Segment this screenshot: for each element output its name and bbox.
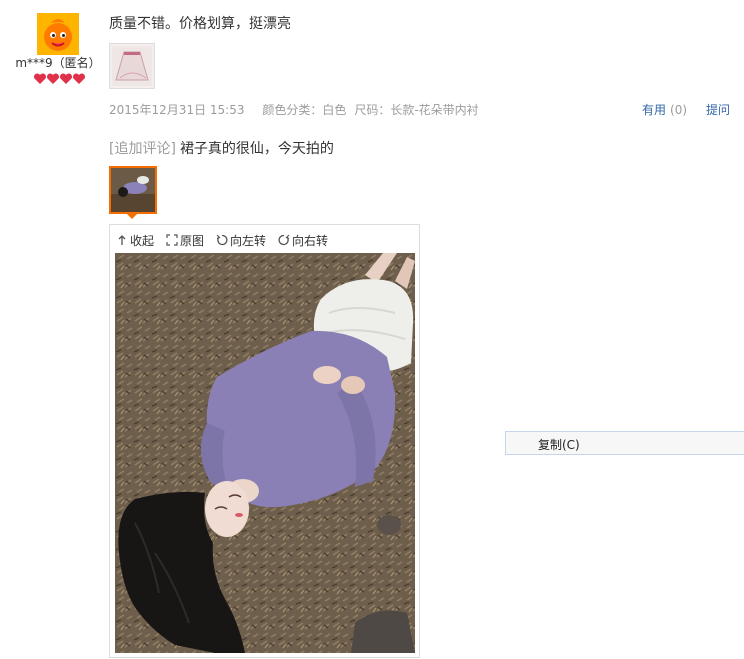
review-photo-thumbnail[interactable] [109,43,155,89]
collapse-label: 收起 [130,233,155,248]
context-menu: 复制(C) [505,431,744,455]
rotate-right-icon [278,234,290,246]
useful-label: 有用 [642,103,667,117]
original-image-button[interactable]: 原图 [166,231,204,249]
up-arrow-icon [116,234,128,246]
user-rank-hearts-icon [33,72,89,86]
append-tag: [追加评论] [109,141,176,157]
sku-color: 颜色分类：白色 [262,103,347,117]
thumbnail-pointer [126,213,138,219]
enlarged-review-photo [115,253,415,653]
expand-icon [166,234,178,246]
sku-size: 尺码：长款-花朵带内衬 [354,103,479,117]
rotate-right-label: 向右转 [292,233,329,248]
useful-count: (0) [670,103,688,117]
username: m***9（匿名） [15,56,101,70]
appended-photo-thumbnail[interactable] [109,166,157,214]
rotate-right-button[interactable]: 向右转 [278,231,328,249]
append-text: 裙子真的很仙，今天拍的 [179,141,334,157]
collapse-button[interactable]: 收起 [116,231,154,249]
useful-button[interactable]: 有用 (0) [642,101,687,118]
review-meta: 2015年12月31日 15:53 颜色分类：白色 尺码：长款-花朵带内衬 [109,101,479,118]
user-avatar[interactable] [37,13,79,55]
rotate-left-icon [216,234,228,246]
rotate-left-label: 向左转 [230,233,267,248]
ask-button[interactable]: 提问 [706,101,730,118]
rotate-left-button[interactable]: 向左转 [216,231,266,249]
viewer-toolbar: 收起 原图 向左转 向右转 [116,231,328,249]
copy-menu-item[interactable]: 复制(C) [538,436,580,453]
review-text: 质量不错。价格划算，挺漂亮 [109,16,291,32]
review-date: 2015年12月31日 15:53 [109,103,245,117]
original-label: 原图 [180,233,205,248]
sku-info: 颜色分类：白色 尺码：长款-花朵带内衬 [262,103,478,117]
appended-review: [追加评论] 裙子真的很仙，今天拍的 [109,138,334,158]
